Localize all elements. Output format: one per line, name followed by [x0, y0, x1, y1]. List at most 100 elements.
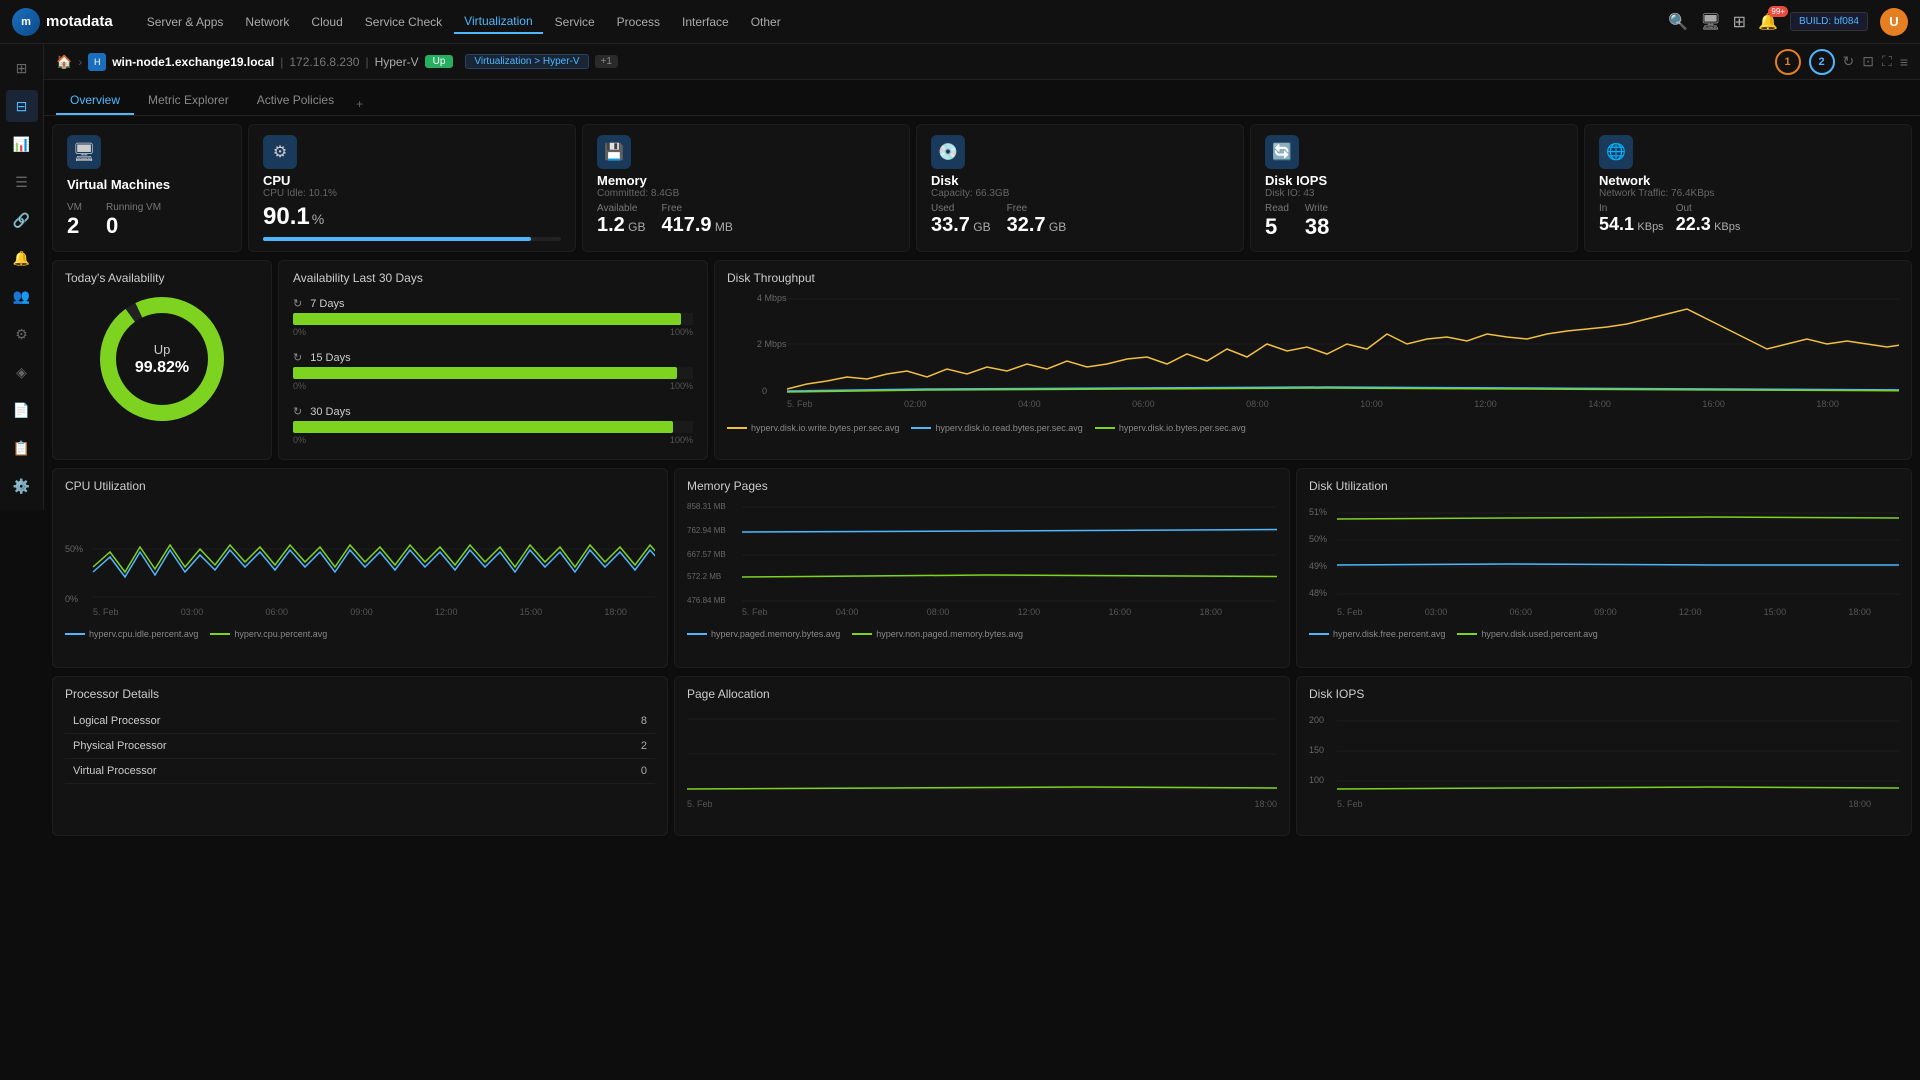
host-sep2: |	[365, 55, 368, 69]
disk-used-unit: GB	[973, 220, 990, 234]
logo-text: motadata	[46, 13, 113, 30]
logical-processor-label: Logical Processor	[65, 709, 556, 734]
tab-add-button[interactable]: +	[348, 93, 371, 115]
notification-badge: 99+	[1768, 6, 1788, 17]
disk-subtitle: Capacity: 66.3GB	[931, 188, 1229, 199]
charts-row-1: CPU Utilization 50% 0% 5. Feb03:0006:000…	[52, 468, 1912, 668]
tabs-bar: Overview Metric Explorer Active Policies…	[44, 80, 1920, 116]
table-row: Physical Processor 2	[65, 734, 655, 759]
processor-table: Logical Processor 8 Physical Processor 2…	[65, 709, 655, 784]
top-nav: Server & Apps Network Cloud Service Chec…	[137, 10, 1661, 34]
sidebar-icon-settings[interactable]: ⚙	[6, 318, 38, 350]
cpu-util-title: CPU Utilization	[65, 479, 655, 493]
circle-btn-2[interactable]: 2	[1809, 49, 1835, 75]
sidebar-icon-list[interactable]: ☰	[6, 166, 38, 198]
table-row: Virtual Processor 0	[65, 759, 655, 784]
disk-throughput-title: Disk Throughput	[727, 271, 1899, 285]
top-bar: m motadata Server & Apps Network Cloud S…	[0, 0, 1920, 44]
breadcrumb-tags: Virtualization > Hyper-V +1	[465, 54, 1774, 69]
hyper-v-icon: H	[88, 53, 106, 71]
fullscreen-icon[interactable]: ⛶	[1882, 53, 1892, 70]
nav-item-other[interactable]: Other	[741, 11, 791, 33]
cpu-util-legend: hyperv.cpu.idle.percent.avg hyperv.cpu.p…	[65, 629, 655, 639]
plus-badge: +1	[595, 55, 618, 68]
mem-avail-label: Available	[597, 203, 646, 214]
mem-avail-unit: GB	[628, 220, 645, 234]
disk-values: Used 33.7 GB Free 32.7 GB	[931, 203, 1229, 237]
nav-item-service-check[interactable]: Service Check	[355, 11, 452, 33]
disk-iops-chart-title: Disk IOPS	[1309, 687, 1899, 701]
cpu-subtitle: CPU Idle: 10.1%	[263, 188, 561, 199]
sidebar-icon-bell[interactable]: 🔔	[6, 242, 38, 274]
svg-text:48%: 48%	[1309, 588, 1327, 598]
cards-row: 🖥 Virtual Machines VM 2 Running VM 0 ⚙ C…	[52, 124, 1912, 252]
status-up-badge: Up	[425, 55, 454, 68]
mem-free-value: 417.9	[662, 214, 712, 236]
cpu-value-row: 90.1 %	[263, 203, 561, 231]
avail-30-row: ↻ 30 Days 0%100%	[293, 405, 693, 445]
donut-container: Up 99.82%	[65, 289, 259, 429]
notification-bell[interactable]: 🔔 99+	[1758, 12, 1778, 32]
nav-item-virtualization[interactable]: Virtualization	[454, 10, 542, 34]
nav-item-cloud[interactable]: Cloud	[301, 11, 352, 33]
nav-item-network[interactable]: Network	[235, 11, 299, 33]
tab-metric-explorer[interactable]: Metric Explorer	[134, 87, 243, 115]
sidebar-icon-chart[interactable]: 📊	[6, 128, 38, 160]
sidebar-icon-people[interactable]: 👥	[6, 280, 38, 312]
mem-avail-value: 1.2	[597, 214, 625, 236]
sidebar-icon-doc[interactable]: 📄	[6, 394, 38, 426]
disk-iops-chart-panel: Disk IOPS 200 150 100 5. Feb18:00	[1296, 676, 1912, 836]
disk-throughput-panel: Disk Throughput 4 Mbps 2 Mbps 0	[714, 260, 1912, 460]
refresh-icon[interactable]: ↻	[1843, 53, 1855, 70]
disk-iops-title: Disk IOPS	[1265, 173, 1563, 188]
net-out-label: Out	[1676, 203, 1741, 214]
nav-item-process[interactable]: Process	[607, 11, 670, 33]
avail-7-bar-bg	[293, 313, 693, 325]
svg-text:667.57 MB: 667.57 MB	[687, 550, 726, 559]
logical-processor-value: 8	[556, 709, 655, 734]
table-row: Logical Processor 8	[65, 709, 655, 734]
avatar[interactable]: U	[1880, 8, 1908, 36]
sidebar-icon-expand[interactable]: ⊞	[6, 52, 38, 84]
memory-title: Memory	[597, 173, 895, 188]
monitor-icon[interactable]: 🖥	[1700, 12, 1720, 32]
disk-util-chart: 51% 50% 49% 48% 5. Feb03:0006:0009:0012:…	[1309, 497, 1899, 627]
avail-30-bar-bg	[293, 421, 693, 433]
sidebar-icon-gear[interactable]: ⚙️	[6, 470, 38, 502]
tab-overview[interactable]: Overview	[56, 87, 134, 115]
avail-7-bar-fill	[293, 313, 681, 325]
avail-30-panel: Availability Last 30 Days ↻ 7 Days 0%100…	[278, 260, 708, 460]
page-allocation-title: Page Allocation	[687, 687, 1277, 701]
nav-item-interface[interactable]: Interface	[672, 11, 739, 33]
cpu-value: 90.1	[263, 203, 310, 231]
disk-util-title: Disk Utilization	[1309, 479, 1899, 493]
grid-icon[interactable]: ⊞	[1733, 12, 1746, 32]
circle-btn-1[interactable]: 1	[1775, 49, 1801, 75]
svg-text:4 Mbps: 4 Mbps	[757, 293, 787, 303]
net-in-value: 54.1	[1599, 214, 1634, 234]
menu-icon[interactable]: ≡	[1900, 54, 1908, 70]
cpu-bar-fill	[263, 237, 531, 241]
net-in-label: In	[1599, 203, 1664, 214]
sidebar-icon-cube[interactable]: ◈	[6, 356, 38, 388]
search-icon[interactable]: 🔍	[1668, 12, 1688, 32]
home-icon[interactable]: 🏠	[56, 54, 72, 70]
disk-iops-subtitle: Disk IO: 43	[1265, 188, 1563, 199]
nav-item-servers[interactable]: Server & Apps	[137, 11, 234, 33]
disk-iops-chart-area: 200 150 100 5. Feb18:00	[1309, 709, 1899, 809]
virt-tag: Virtualization > Hyper-V	[465, 54, 588, 69]
tab-active-policies[interactable]: Active Policies	[243, 87, 348, 115]
mem-free-label: Free	[662, 203, 733, 214]
svg-text:49%: 49%	[1309, 561, 1327, 571]
sidebar-icon-network[interactable]: 🔗	[6, 204, 38, 236]
today-avail-title: Today's Availability	[65, 271, 259, 285]
nav-item-service[interactable]: Service	[545, 11, 605, 33]
memory-pages-panel: Memory Pages 858.31 MB 762.94 MB 667.57 …	[674, 468, 1290, 668]
sidebar-icon-doc2[interactable]: 📋	[6, 432, 38, 464]
running-vm-group: Running VM 0	[106, 202, 161, 239]
logo-area: m motadata	[12, 8, 113, 36]
today-avail-panel: Today's Availability Up 99.82%	[52, 260, 272, 460]
expand-icon[interactable]: ⊡	[1862, 53, 1874, 70]
svg-text:858.31 MB: 858.31 MB	[687, 502, 726, 511]
sidebar-icon-home[interactable]: ⊟	[6, 90, 38, 122]
